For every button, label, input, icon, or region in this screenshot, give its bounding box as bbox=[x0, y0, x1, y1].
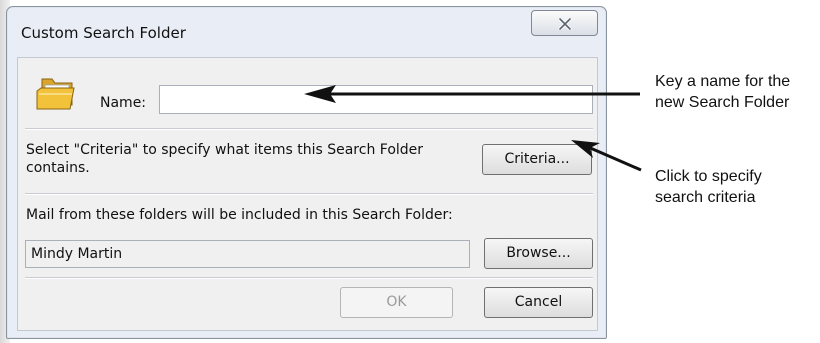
criteria-callout: Click to specify search criteria bbox=[655, 166, 762, 208]
name-callout: Key a name for the new Search Folder bbox=[655, 71, 790, 113]
criteria-callout-line1: Click to specify bbox=[655, 168, 762, 185]
criteria-callout-line2: search criteria bbox=[655, 189, 756, 206]
criteria-callout-arrow bbox=[587, 145, 642, 172]
name-callout-line1: Key a name for the bbox=[655, 73, 791, 90]
name-callout-line2: new Search Folder bbox=[655, 94, 790, 111]
